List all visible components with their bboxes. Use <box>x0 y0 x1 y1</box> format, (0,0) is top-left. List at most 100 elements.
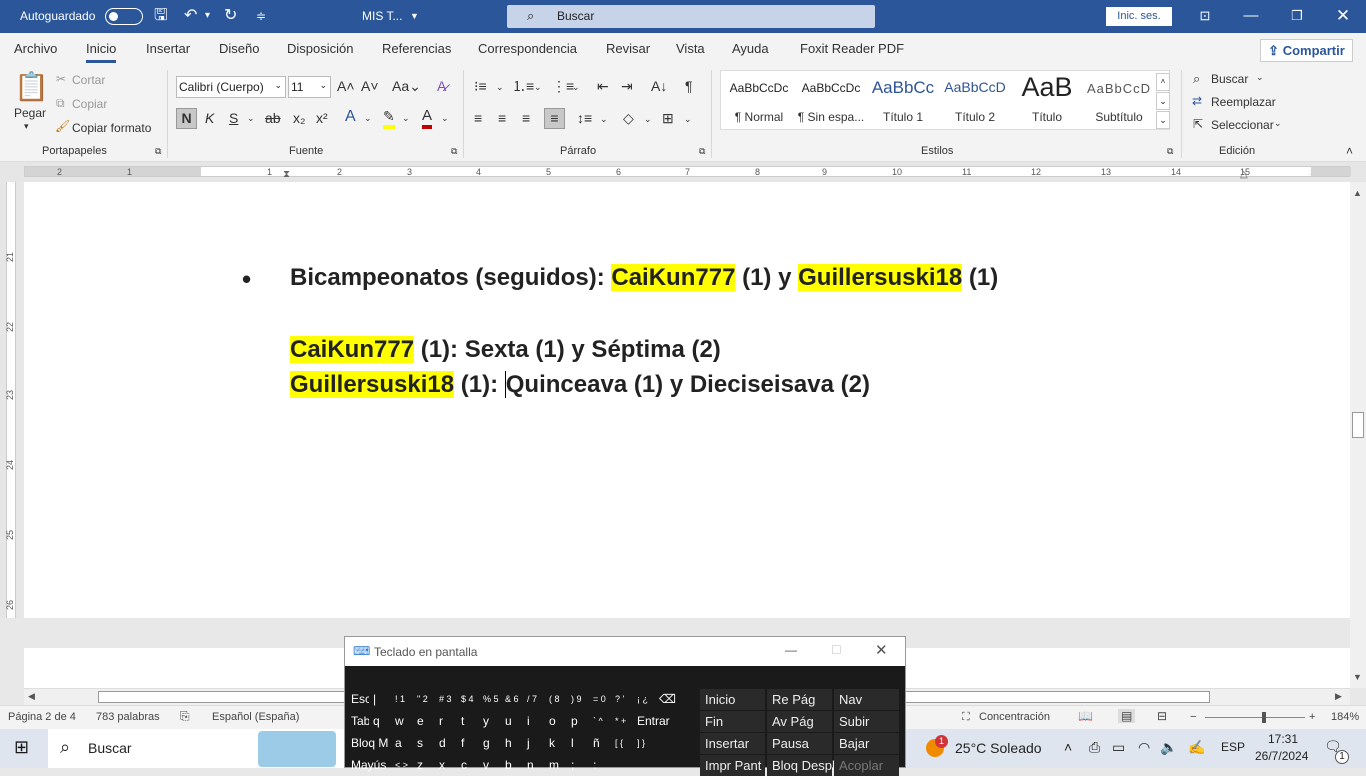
osk-key[interactable]: ( 8 <box>545 689 567 709</box>
autosave-toggle[interactable] <box>105 8 143 25</box>
osk-key[interactable]: x <box>435 755 457 775</box>
osk-key[interactable]: b <box>501 755 523 775</box>
page-count[interactable]: Página 2 de 4 <box>8 711 76 723</box>
numbering-dropdown-icon[interactable]: ⌄ <box>534 78 542 96</box>
osk-nav-key[interactable]: Re Pág <box>767 689 832 710</box>
osk-key[interactable]: : <box>589 755 611 775</box>
scroll-up-icon[interactable]: ▲ <box>1353 188 1362 198</box>
document-page[interactable]: • Bicampeonatos (seguidos): CaiKun777 (1… <box>24 182 1350 618</box>
decrease-indent-icon[interactable]: ⇤ <box>597 77 609 95</box>
language-indicator[interactable]: ESP <box>1221 740 1245 754</box>
font-launcher-icon[interactable]: ⧉ <box>451 146 457 157</box>
osk-key[interactable]: d <box>435 733 457 753</box>
osk-key[interactable]: s <box>413 733 435 753</box>
osk-key[interactable]: k <box>545 733 567 753</box>
language[interactable]: Español (España) <box>212 711 299 723</box>
minimize-icon[interactable]: — <box>1236 5 1266 27</box>
bullets-dropdown-icon[interactable]: ⌄ <box>496 78 504 96</box>
osk-title-bar[interactable]: ⌨ Teclado en pantalla — ☐ ✕ <box>345 637 905 666</box>
tab-correspondencia[interactable]: Correspondencia <box>478 41 577 56</box>
horizontal-ruler[interactable]: 2 1 1 2 3 4 5 6 7 8 9 10 11 12 13 14 15 … <box>0 162 1366 182</box>
osk-key[interactable]: ? ' <box>611 689 633 709</box>
osk-key[interactable]: m <box>545 755 567 775</box>
line-spacing-dropdown-icon[interactable]: ⌄ <box>600 110 608 128</box>
bold-button[interactable]: N <box>176 108 197 129</box>
osk-key[interactable]: Tab <box>347 711 369 731</box>
select-dropdown-icon[interactable]: ⌄ <box>1274 118 1282 129</box>
style-heading-2[interactable]: AaBbCcD Título 2 <box>939 71 1011 129</box>
osk-key[interactable]: p <box>567 711 589 731</box>
show-hidden-icons[interactable]: ˄ <box>1064 739 1072 755</box>
tab-insertar[interactable]: Insertar <box>146 41 190 56</box>
osk-key[interactable]: t <box>457 711 479 731</box>
collapse-ribbon-icon[interactable]: ˄ <box>1346 144 1353 158</box>
justify-icon[interactable]: ≡ <box>544 108 565 129</box>
text-effects-dropdown-icon[interactable]: ⌄ <box>364 109 372 127</box>
wifi-icon[interactable]: ◠ <box>1138 739 1150 756</box>
search-box[interactable]: ⌕ Buscar <box>507 5 875 28</box>
italic-button[interactable]: K <box>205 109 214 127</box>
undo-icon[interactable]: ↶ <box>184 6 197 26</box>
taskbar-search[interactable]: ⌕ Buscar <box>48 729 346 768</box>
osk-key[interactable]: e <box>413 711 435 731</box>
osk-key[interactable]: f <box>457 733 479 753</box>
paragraph-launcher-icon[interactable]: ⧉ <box>699 146 705 157</box>
zoom-level[interactable]: 184% <box>1331 711 1359 723</box>
osk-key[interactable]: % 5 <box>479 689 501 709</box>
osk-key[interactable]: # 3 <box>435 689 457 709</box>
osk-key[interactable]: " 2 <box>413 689 435 709</box>
find-dropdown-icon[interactable]: ⌄ <box>1256 72 1264 83</box>
scroll-left-icon[interactable]: ◀ <box>28 691 35 702</box>
osk-key[interactable]: ` ^ <box>589 711 611 731</box>
osk-key[interactable]: = 0 <box>589 689 611 709</box>
print-layout-icon[interactable]: ▤ <box>1118 709 1136 723</box>
copy-button[interactable]: Copiar <box>72 97 107 111</box>
multilevel-dropdown-icon[interactable]: ⌄ <box>572 78 580 96</box>
osk-nav-key[interactable]: Subir <box>834 711 899 732</box>
osk-nav-key[interactable]: Pausa <box>767 733 832 754</box>
strikethrough-button[interactable]: ab <box>265 109 281 127</box>
weather-text[interactable]: 25°C Soleado <box>955 740 1042 756</box>
vertical-scrollbar[interactable]: ▲ ▼ <box>1350 182 1366 688</box>
replace-button[interactable]: Reemplazar <box>1211 95 1276 109</box>
shading-dropdown-icon[interactable]: ⌄ <box>644 110 652 128</box>
doc-line-2[interactable]: CaiKun777 (1): Sexta (1) y Séptima (2) <box>290 336 721 364</box>
osk-nav-key[interactable]: Nav <box>834 689 899 710</box>
bullets-icon[interactable]: ⁝≡ <box>474 77 487 95</box>
osk-key[interactable]: & 6 <box>501 689 523 709</box>
change-case-icon[interactable]: Aa⌄ <box>392 77 421 95</box>
volume-icon[interactable]: 🔈 <box>1160 739 1177 756</box>
clock-date[interactable]: 26/7/2024 <box>1255 749 1308 763</box>
font-name-select[interactable]: Calibri (Cuerpo) ⌄ <box>176 76 286 98</box>
style-title[interactable]: AaB Título <box>1011 71 1083 129</box>
share-button[interactable]: ⇪ Compartir <box>1260 39 1353 62</box>
zoom-in-icon[interactable]: + <box>1309 711 1315 723</box>
line-spacing-icon[interactable]: ↕≡ <box>577 109 592 127</box>
osk-key[interactable]: g <box>479 733 501 753</box>
style-normal[interactable]: AaBbCcDc ¶ Normal <box>723 71 795 129</box>
tab-revisar[interactable]: Revisar <box>606 41 650 56</box>
clock-time[interactable]: 17:31 <box>1268 732 1298 746</box>
find-button[interactable]: Buscar <box>1211 72 1248 86</box>
font-size-select[interactable]: 11 ⌄ <box>288 76 331 98</box>
paste-dropdown-icon[interactable]: ▾ <box>24 121 29 132</box>
styles-scroll-down-icon[interactable]: ⌄ <box>1156 92 1170 110</box>
tab-foxit[interactable]: Foxit Reader PDF <box>800 41 904 56</box>
osk-nav-key[interactable]: Insertar <box>700 733 765 754</box>
osk-key[interactable]: Entrar <box>633 711 677 731</box>
close-icon[interactable]: ✕ <box>1328 5 1358 27</box>
styles-more-icon[interactable]: ⌄ <box>1156 111 1170 129</box>
sort-icon[interactable]: A↓ <box>651 77 667 95</box>
osk-key[interactable]: c <box>457 755 479 775</box>
read-mode-icon[interactable]: 📖 <box>1078 709 1093 723</box>
osk-key[interactable]: Bloq M <box>347 733 391 753</box>
restore-icon[interactable]: ❐ <box>1282 5 1312 27</box>
osk-key[interactable]: l <box>567 733 589 753</box>
osk-key[interactable]: [ { <box>611 733 633 753</box>
highlight-dropdown-icon[interactable]: ⌄ <box>402 109 410 127</box>
osk-key[interactable]: ! 1 <box>391 689 413 709</box>
align-left-icon[interactable]: ≡ <box>474 109 482 127</box>
osk-key[interactable]: h <box>501 733 523 753</box>
tab-ayuda[interactable]: Ayuda <box>732 41 769 56</box>
show-marks-icon[interactable]: ¶ <box>685 77 693 95</box>
